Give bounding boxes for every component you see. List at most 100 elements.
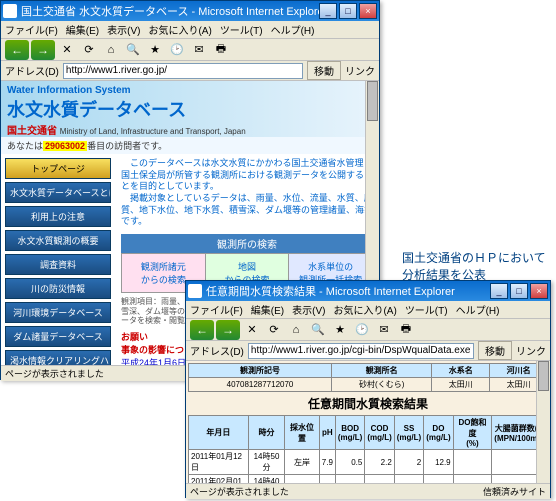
address-input[interactable]: [63, 63, 303, 79]
mail-icon[interactable]: ✉: [189, 41, 209, 59]
favorites-icon[interactable]: ★: [145, 41, 165, 59]
stop-icon[interactable]: ✕: [57, 41, 77, 59]
data-header: DO (mg/L): [424, 416, 453, 450]
titlebar[interactable]: 国土交通省 水文水質データベース - Microsoft Internet Ex…: [1, 1, 379, 21]
sidebar-item[interactable]: 水文水質データベースとは: [5, 182, 111, 203]
sidebar-item[interactable]: 調査資料: [5, 254, 111, 275]
forward-button[interactable]: →: [216, 320, 240, 340]
description: このデータベースは水文水質にかかわる国土交通省水管理・国土保全局が所管する観測所…: [121, 158, 373, 228]
table-cell: 7.4: [319, 475, 335, 484]
sidebar-item[interactable]: 水文水質観測の概要: [5, 230, 111, 251]
back-button[interactable]: ←: [5, 40, 29, 60]
sidebar-item[interactable]: 利用上の注意: [5, 206, 111, 227]
toolbar: ← → ✕ ⟳ ⌂ 🔍 ★ 🕑 ✉ 🖶: [1, 39, 379, 61]
ministry-label: 国土交通省: [7, 126, 57, 137]
window-title: 国土交通省 水文水質データベース - Microsoft Internet Ex…: [21, 3, 319, 19]
favorites-icon[interactable]: ★: [330, 321, 350, 339]
page-content: 観測所記号 観測所名 水系名 河川名 407081287712070 砂村(くむ…: [186, 361, 550, 483]
go-button[interactable]: 移動: [478, 341, 512, 360]
vertical-scrollbar[interactable]: [536, 361, 550, 483]
minimize-button[interactable]: _: [319, 3, 337, 19]
search-icon[interactable]: 🔍: [123, 41, 143, 59]
table-cell: 12.9: [424, 450, 453, 475]
mail-icon[interactable]: ✉: [374, 321, 394, 339]
table-cell: 0.5: [335, 450, 364, 475]
menu-help[interactable]: ヘルプ(H): [271, 22, 315, 37]
table-cell: 左岸: [285, 475, 320, 484]
links-label[interactable]: リンク: [516, 343, 546, 358]
table-cell: 2.2: [365, 450, 394, 475]
table-cell: 2011年01月12日: [189, 450, 249, 475]
meta-cell: 砂村(くむら): [332, 378, 432, 392]
address-input[interactable]: [248, 343, 474, 359]
meta-header: 観測所記号: [189, 364, 332, 378]
data-header: COD (mg/L): [365, 416, 394, 450]
history-icon[interactable]: 🕑: [352, 321, 372, 339]
close-button[interactable]: ×: [530, 283, 548, 299]
ie-icon: [3, 4, 17, 18]
search-icon[interactable]: 🔍: [308, 321, 328, 339]
table-cell: 12.4: [424, 475, 453, 484]
sidebar-item[interactable]: 河川環境データベース: [5, 302, 111, 323]
address-label: アドレス(D): [5, 63, 59, 78]
sidebar-item-top[interactable]: トップページ: [5, 158, 111, 179]
home-icon[interactable]: ⌂: [101, 41, 121, 59]
menu-fav[interactable]: お気に入り(A): [148, 22, 211, 37]
minimize-button[interactable]: _: [490, 283, 508, 299]
result-data-table: 年月日時分採水位置pHBOD (mg/L)COD (mg/L)SS (mg/L)…: [188, 415, 548, 483]
table-row: 2011年02月01日14時40分左岸7.41.51.5112.433: [189, 475, 548, 484]
menu-view[interactable]: 表示(V): [107, 22, 140, 37]
maximize-button[interactable]: □: [510, 283, 528, 299]
home-icon[interactable]: ⌂: [286, 321, 306, 339]
print-icon[interactable]: 🖶: [396, 321, 416, 339]
menu-file[interactable]: ファイル(F): [5, 22, 58, 37]
data-header: 年月日: [189, 416, 249, 450]
address-bar: アドレス(D) 移動 リンク: [1, 61, 379, 81]
data-header: DO飽和度 (%): [453, 416, 492, 450]
address-bar: アドレス(D) 移動 リンク: [186, 341, 550, 361]
toolbar: ← → ✕ ⟳ ⌂ 🔍 ★ 🕑 ✉ 🖶: [186, 319, 550, 341]
menu-fav[interactable]: お気に入り(A): [333, 302, 396, 317]
table-cell: [453, 450, 492, 475]
refresh-icon[interactable]: ⟳: [264, 321, 284, 339]
print-icon[interactable]: 🖶: [211, 41, 231, 59]
menu-tools[interactable]: ツール(T): [220, 22, 263, 37]
system-label: Water Information System: [7, 85, 373, 96]
visitor-counter: あなたは29063002番目の訪問者です。: [1, 137, 379, 154]
site-title: 水文水質データベース: [7, 96, 373, 122]
address-label: アドレス(D): [190, 343, 244, 358]
menu-help[interactable]: ヘルプ(H): [456, 302, 500, 317]
menu-edit[interactable]: 編集(E): [251, 302, 284, 317]
menu-edit[interactable]: 編集(E): [66, 22, 99, 37]
stop-icon[interactable]: ✕: [242, 321, 262, 339]
links-label[interactable]: リンク: [345, 63, 375, 78]
table-cell: 1.5: [365, 475, 394, 484]
meta-header: 水系名: [432, 364, 490, 378]
meta-header: 観測所名: [332, 364, 432, 378]
side-menu: トップページ 水文水質データベースとは 利用上の注意 水文水質観測の概要 調査資…: [1, 154, 115, 365]
history-icon[interactable]: 🕑: [167, 41, 187, 59]
sidebar-item[interactable]: 渇水情報クリアリングハウス: [5, 350, 111, 365]
menu-tools[interactable]: ツール(T): [405, 302, 448, 317]
browser-window-results: 任意期間水質検索結果 - Microsoft Internet Explorer…: [185, 280, 551, 498]
data-header: pH: [319, 416, 335, 450]
search-header: 観測所の検索: [121, 234, 373, 253]
go-button[interactable]: 移動: [307, 61, 341, 80]
back-button[interactable]: ←: [190, 320, 214, 340]
maximize-button[interactable]: □: [339, 3, 357, 19]
table-row: 2011年01月12日14時50分左岸7.90.52.2212.933: [189, 450, 548, 475]
sidebar-item[interactable]: ダム諸量データベース: [5, 326, 111, 347]
station-meta-table: 観測所記号 観測所名 水系名 河川名 407081287712070 砂村(くむ…: [188, 363, 548, 392]
menu-file[interactable]: ファイル(F): [190, 302, 243, 317]
forward-button[interactable]: →: [31, 40, 55, 60]
titlebar[interactable]: 任意期間水質検索結果 - Microsoft Internet Explorer…: [186, 281, 550, 301]
table-cell: 14時40分: [248, 475, 284, 484]
sidebar-item[interactable]: 川の防災情報: [5, 278, 111, 299]
refresh-icon[interactable]: ⟳: [79, 41, 99, 59]
table-cell: 左岸: [285, 450, 320, 475]
close-button[interactable]: ×: [359, 3, 377, 19]
data-header: SS (mg/L): [394, 416, 423, 450]
data-header: BOD (mg/L): [335, 416, 364, 450]
table-cell: 2: [394, 450, 423, 475]
menu-view[interactable]: 表示(V): [292, 302, 325, 317]
